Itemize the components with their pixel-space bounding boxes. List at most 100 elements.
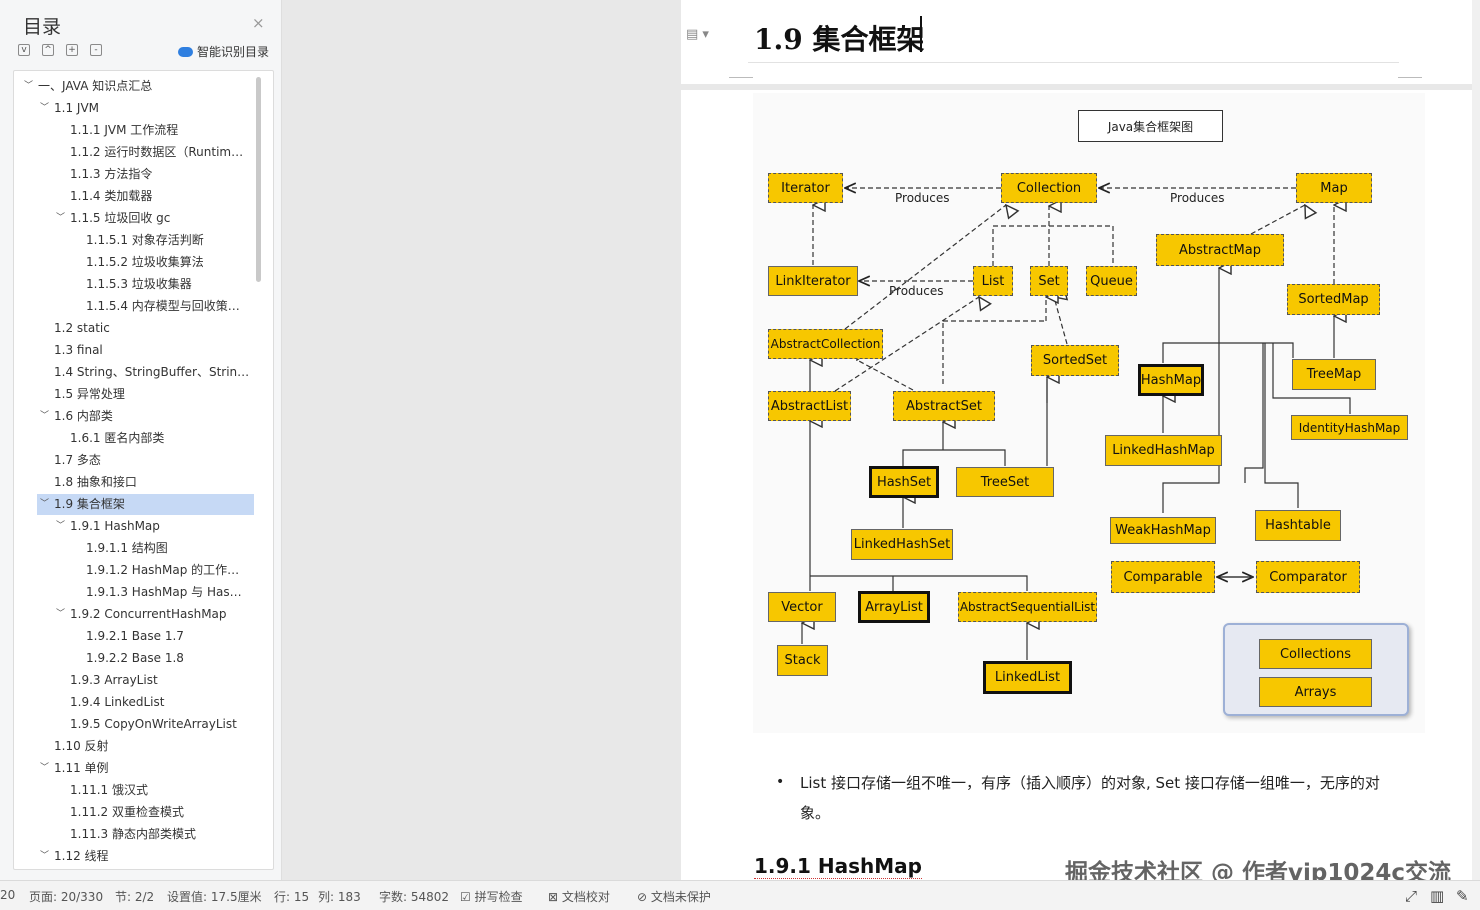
toc-item[interactable]: 1.6.1 匿名内部类 — [14, 428, 254, 449]
toc-item[interactable]: ﹀ 1.9.1 HashMap — [14, 516, 254, 537]
node-stack[interactable]: Stack — [777, 645, 828, 676]
node-abstract-collection[interactable]: AbstractCollection — [768, 329, 883, 359]
toc-item[interactable]: 1.11.1 饿汉式 — [14, 780, 254, 801]
node-collection[interactable]: Collection — [1001, 173, 1097, 203]
toc-item-label: 1.1.5 垃圾回收 gc — [70, 211, 171, 225]
document-outline-icon[interactable]: ▤ ▾ — [686, 27, 709, 42]
node-abstract-set[interactable]: AbstractSet — [893, 391, 995, 421]
node-map[interactable]: Map — [1296, 173, 1372, 203]
node-iterator[interactable]: Iterator — [768, 173, 843, 203]
node-vector[interactable]: Vector — [768, 592, 836, 622]
node-sorted-map[interactable]: SortedMap — [1287, 284, 1380, 315]
protect-button[interactable]: ⊘ 文档未保护 — [637, 888, 711, 905]
node-hashtable[interactable]: Hashtable — [1255, 510, 1341, 541]
chevron-down-icon[interactable]: ﹀ — [56, 516, 68, 537]
toc-item[interactable]: 1.9.2.2 Base 1.8 — [14, 648, 254, 669]
toc-item[interactable]: 1.1.5.1 对象存活判断 — [14, 230, 254, 251]
node-sorted-set[interactable]: SortedSet — [1031, 345, 1119, 376]
toc-item[interactable]: ﹀ 1.6 内部类 — [14, 406, 254, 427]
toc-item[interactable]: 1.10 反射 — [14, 736, 254, 757]
toc-item[interactable]: ﹀ 1.9 集合框架 — [37, 494, 254, 515]
toc-item[interactable]: ﹀ 一、JAVA 知识点汇总 — [14, 76, 254, 97]
edit-mode-icon[interactable]: ✎ — [1456, 887, 1469, 905]
toc-item[interactable]: 1.9.3 ArrayList — [14, 670, 254, 691]
chevron-down-icon[interactable]: ﹀ — [56, 604, 68, 625]
toc-item[interactable]: 1.5 异常处理 — [14, 384, 254, 405]
toc-item[interactable]: 1.7 多态 — [14, 450, 254, 471]
toc-item[interactable]: 1.2 static — [14, 318, 254, 339]
chevron-down-icon[interactable]: ﹀ — [40, 406, 52, 427]
toc-item[interactable]: ﹀ 1.11 单例 — [14, 758, 254, 779]
node-abstract-list[interactable]: AbstractList — [768, 391, 851, 421]
collection-framework-diagram[interactable]: Java集合框架图 Produces Produces Produces Ite… — [753, 93, 1425, 733]
toc-item[interactable]: 1.1.3 方法指令 — [14, 164, 254, 185]
toc-item[interactable]: 1.3 final — [14, 340, 254, 361]
reading-mode-icon[interactable]: ▥ — [1430, 887, 1444, 905]
close-icon[interactable]: × — [252, 14, 265, 32]
node-weak-hash-map[interactable]: WeakHashMap — [1110, 517, 1216, 544]
toc-item[interactable]: 1.8 抽象和接口 — [14, 472, 254, 493]
document-scrollbar[interactable] — [1472, 0, 1480, 880]
status-word-count[interactable]: 字数: 54802 — [379, 888, 449, 905]
chevron-down-icon[interactable]: ﹀ — [56, 208, 68, 229]
node-linkiterator[interactable]: LinkIterator — [768, 266, 858, 296]
node-abstract-sequential-list[interactable]: AbstractSequentialList — [958, 592, 1097, 622]
node-linked-hash-set[interactable]: LinkedHashSet — [851, 529, 953, 560]
toc-item[interactable]: 1.9.1.1 结构图 — [14, 538, 254, 559]
chevron-down-icon[interactable]: ﹀ — [40, 98, 52, 119]
toc-item[interactable]: 1.4 String、StringBuffer、Strin… — [14, 362, 254, 383]
toc-item[interactable]: 1.11.2 双重检查模式 — [14, 802, 254, 823]
node-linked-hash-map[interactable]: LinkedHashMap — [1105, 435, 1222, 466]
node-linked-list[interactable]: LinkedList — [983, 661, 1072, 694]
toc-scrollbar[interactable] — [256, 77, 261, 282]
node-abstract-map[interactable]: AbstractMap — [1156, 234, 1284, 266]
bullet-paragraph[interactable]: List 接口存储一组不唯一，有序（插入顺序）的对象, Set 接口存储一组唯一… — [800, 768, 1406, 828]
toc-item-label: 1.1.2 运行时数据区（Runtim… — [70, 145, 244, 159]
node-hash-map[interactable]: HashMap — [1138, 364, 1204, 396]
node-set[interactable]: Set — [1030, 266, 1068, 296]
fullscreen-icon[interactable]: ⤢ — [1405, 887, 1417, 905]
node-comparator[interactable]: Comparator — [1256, 561, 1360, 593]
toc-item-label: 1.9.1.2 HashMap 的工作… — [86, 563, 240, 577]
toc-item[interactable]: 1.1.1 JVM 工作流程 — [14, 120, 254, 141]
chevron-down-icon[interactable]: ﹀ — [24, 76, 36, 97]
proofread-button[interactable]: ⊠ 文档校对 — [548, 888, 610, 905]
chevron-down-icon[interactable]: ﹀ — [40, 846, 52, 867]
toc-item[interactable]: 1.1.4 类加载器 — [14, 186, 254, 207]
toc-item[interactable]: 1.9.1.3 HashMap 与 Has… — [14, 582, 254, 603]
node-arrays[interactable]: Arrays — [1259, 677, 1372, 707]
smart-toc-button[interactable]: 智能识别目录 — [178, 43, 269, 60]
toc-item[interactable]: 1.1.2 运行时数据区（Runtim… — [14, 142, 254, 163]
toc-item[interactable]: 1.1.5.2 垃圾收集算法 — [14, 252, 254, 273]
toc-item[interactable]: 1.9.5 CopyOnWriteArrayList — [14, 714, 254, 735]
node-comparable[interactable]: Comparable — [1111, 561, 1215, 593]
toc-item[interactable]: 1.9.1.2 HashMap 的工作… — [14, 560, 254, 581]
toc-item[interactable]: 1.9.2.1 Base 1.7 — [14, 626, 254, 647]
toc-item[interactable]: 1.11.3 静态内部类模式 — [14, 824, 254, 845]
toc-item[interactable]: ﹀ 1.9.2 ConcurrentHashMap — [14, 604, 254, 625]
expand-up-icon[interactable]: ^ — [42, 44, 54, 56]
remove-level-icon[interactable]: - — [90, 44, 102, 56]
collapse-all-icon[interactable]: v — [18, 44, 30, 56]
add-level-icon[interactable]: + — [66, 44, 78, 56]
node-collections[interactable]: Collections — [1259, 639, 1372, 669]
node-queue[interactable]: Queue — [1086, 266, 1137, 296]
toc-item[interactable]: ﹀ 1.1.5 垃圾回收 gc — [14, 208, 254, 229]
node-array-list[interactable]: ArrayList — [858, 591, 930, 623]
section-heading[interactable]: 1.9 集合框架 — [754, 18, 924, 58]
toc-item[interactable]: ﹀ 1.12 线程 — [14, 846, 254, 867]
node-hash-set[interactable]: HashSet — [869, 466, 939, 498]
spell-check-button[interactable]: ☑ 拼写检查 — [460, 888, 523, 905]
node-list[interactable]: List — [973, 266, 1013, 296]
toc-item[interactable]: 1.1.5.4 内存模型与回收策… — [14, 296, 254, 317]
status-page[interactable]: 页面: 20/330 — [29, 888, 103, 905]
toc-item[interactable]: 1.9.4 LinkedList — [14, 692, 254, 713]
node-tree-set[interactable]: TreeSet — [956, 467, 1054, 497]
subsection-heading[interactable]: 1.9.1 HashMap — [754, 854, 922, 879]
chevron-down-icon[interactable]: ﹀ — [40, 758, 52, 779]
toc-item[interactable]: ﹀ 1.1 JVM — [14, 98, 254, 119]
chevron-down-icon[interactable]: ﹀ — [40, 494, 52, 515]
node-identity-hash-map[interactable]: IdentityHashMap — [1291, 415, 1408, 440]
node-tree-map[interactable]: TreeMap — [1292, 359, 1376, 390]
toc-item[interactable]: 1.1.5.3 垃圾收集器 — [14, 274, 254, 295]
